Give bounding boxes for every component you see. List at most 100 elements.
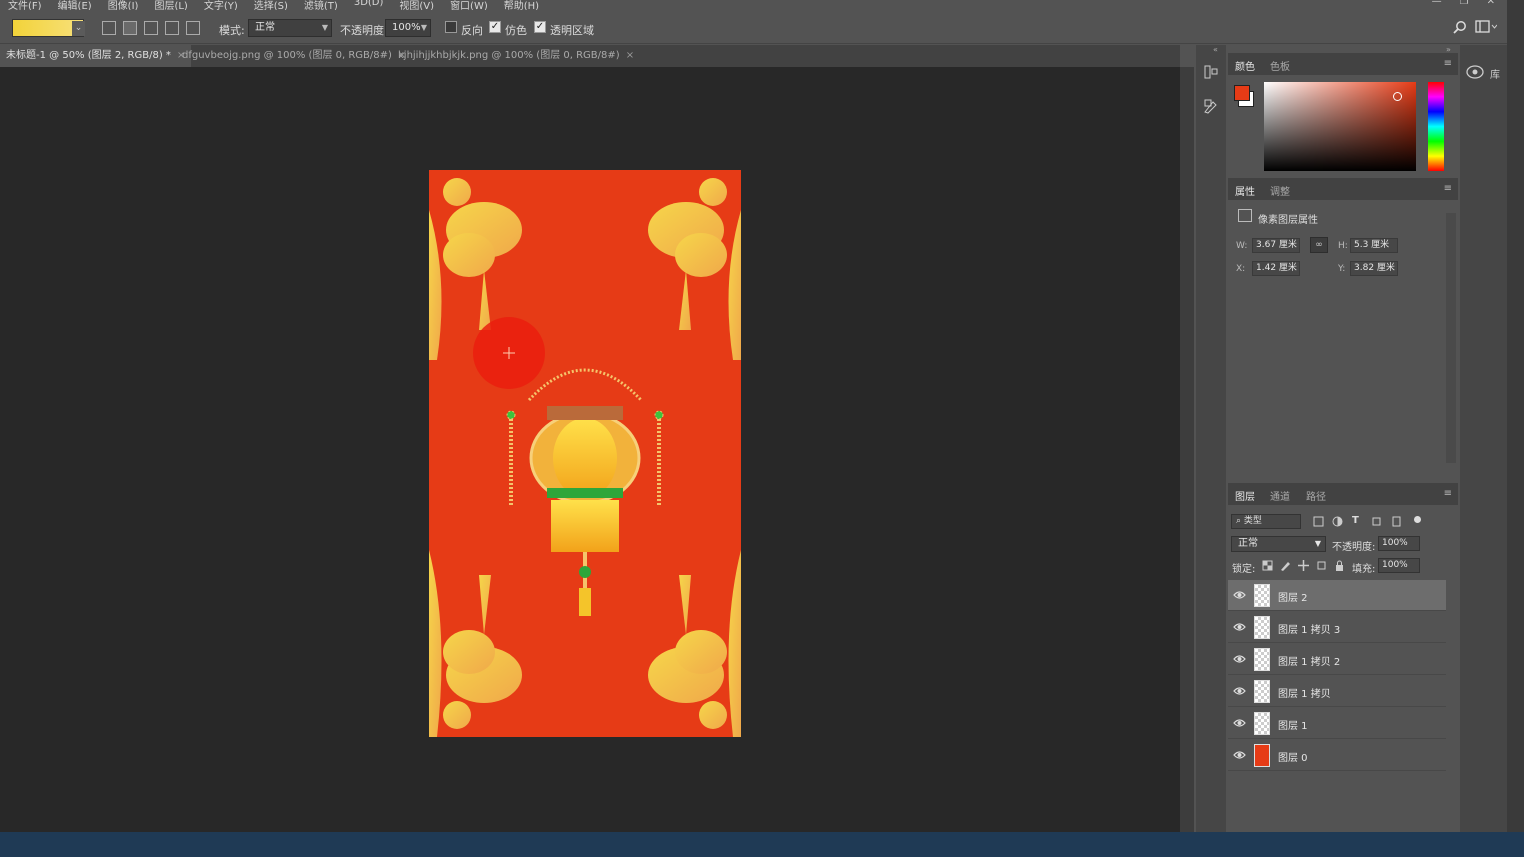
tab-layers[interactable]: 图层 — [1235, 488, 1255, 503]
panel-menu-icon[interactable]: ≡ — [1444, 488, 1452, 499]
link-icon[interactable]: ∞ — [1310, 237, 1328, 253]
layer-row[interactable]: 图层 2 — [1228, 580, 1446, 611]
smart-object-filter-icon[interactable] — [1391, 516, 1402, 527]
lock-all-icon[interactable] — [1334, 560, 1345, 571]
shape-filter-icon[interactable] — [1371, 516, 1382, 527]
tab-dfguvbeojg[interactable]: dfguvbeojg.png @ 100% (图层 0, RGB/8#) × — [176, 45, 412, 67]
type-filter-icon[interactable]: T — [1352, 515, 1359, 526]
reflected-gradient-button[interactable] — [165, 21, 179, 35]
layer-row[interactable]: 图层 1 拷贝 2 — [1228, 644, 1446, 675]
libraries-label[interactable]: 库 — [1490, 66, 1500, 81]
height-field[interactable]: 5.3 厘米 — [1350, 238, 1398, 253]
tab-paths[interactable]: 路径 — [1306, 488, 1326, 503]
layer-thumbnail[interactable] — [1254, 616, 1270, 639]
eye-icon[interactable] — [1233, 589, 1246, 601]
lock-pixels-icon[interactable] — [1280, 560, 1291, 571]
search-icon[interactable] — [1453, 20, 1467, 34]
adjustment-filter-icon[interactable] — [1332, 516, 1343, 527]
reverse-label: 反向 — [461, 24, 483, 37]
close-icon[interactable]: × — [626, 50, 634, 61]
diamond-gradient-button[interactable] — [186, 21, 200, 35]
menu-item[interactable]: 选择(S) — [246, 0, 296, 10]
tab-swatches[interactable]: 色板 — [1270, 58, 1290, 73]
tab-adjustments[interactable]: 调整 — [1270, 183, 1290, 198]
menu-item[interactable]: 文字(Y) — [196, 0, 246, 10]
layer-opacity-label: 不透明度: — [1332, 542, 1376, 553]
layer-thumbnail[interactable] — [1254, 584, 1270, 607]
width-field[interactable]: 3.67 厘米 — [1252, 238, 1300, 253]
canvas-vertical-scrollbar[interactable] — [1180, 67, 1194, 832]
image-filter-icon[interactable] — [1313, 516, 1324, 527]
brush-settings-icon[interactable] — [1203, 98, 1219, 114]
menu-item[interactable]: 图像(I) — [100, 0, 147, 10]
eye-icon[interactable] — [1233, 685, 1246, 697]
eye-icon[interactable] — [1233, 749, 1246, 761]
layer-name: 图层 1 拷贝 3 — [1278, 625, 1341, 636]
document-canvas[interactable] — [429, 170, 741, 737]
hue-slider[interactable] — [1428, 82, 1444, 171]
lock-position-icon[interactable] — [1298, 560, 1309, 571]
angle-gradient-button[interactable] — [144, 21, 158, 35]
menu-item[interactable]: 编辑(E) — [50, 0, 100, 10]
tab-channels[interactable]: 通道 — [1270, 488, 1290, 503]
mode-select[interactable]: 正常 ▼ — [248, 19, 332, 37]
photoshop-window: 文件(F) 编辑(E) 图像(I) 图层(L) 文字(Y) 选择(S) 滤镜(T) 3D(D)… — [0, 0, 1507, 832]
blend-mode-select[interactable]: 正常 ▼ — [1231, 536, 1326, 552]
dither-checkbox[interactable]: ✓ — [489, 21, 501, 33]
layer-row[interactable]: 图层 0 — [1228, 740, 1446, 771]
layer-row[interactable]: 图层 1 — [1228, 708, 1446, 739]
tab-untitled-1[interactable]: 未标题-1 @ 50% (图层 2, RGB/8) * × — [0, 45, 192, 67]
history-icon[interactable] — [1203, 64, 1219, 80]
workspace-icon[interactable] — [1475, 20, 1497, 34]
menu-item[interactable]: 窗口(W) — [442, 0, 496, 10]
layer-thumbnail[interactable] — [1254, 680, 1270, 703]
layer-thumbnail[interactable] — [1254, 744, 1270, 767]
restore-button[interactable]: ❐ — [1460, 0, 1469, 7]
opacity-field[interactable]: 100% ▼ — [385, 19, 431, 37]
tab-color[interactable]: 颜色 — [1235, 58, 1255, 73]
tab-kjhjihjjkhbjkjk[interactable]: kjhjihjjkhbjkjk.png @ 100% (图层 0, RGB/8#… — [392, 45, 640, 67]
close-button[interactable]: ✕ — [1487, 0, 1495, 7]
transparency-checkbox[interactable]: ✓ — [534, 21, 546, 33]
menu-item[interactable]: 图层(L) — [146, 0, 195, 10]
eye-icon[interactable] — [1233, 653, 1246, 665]
color-picker-cursor[interactable] — [1393, 92, 1402, 101]
menu-item[interactable]: 视图(V) — [391, 0, 442, 10]
x-label: X: — [1236, 264, 1246, 274]
libraries-icon[interactable] — [1466, 65, 1484, 79]
y-field[interactable]: 3.82 厘米 — [1350, 261, 1398, 276]
layer-row[interactable]: 图层 1 拷贝 — [1228, 676, 1446, 707]
lock-artboard-icon[interactable] — [1316, 560, 1327, 571]
radial-gradient-button[interactable] — [123, 21, 137, 35]
fill-field[interactable]: 100% — [1378, 558, 1420, 573]
lock-transparent-icon[interactable] — [1262, 560, 1273, 571]
gradient-picker[interactable]: ⌄ — [12, 19, 85, 37]
width-label: W: — [1236, 241, 1248, 251]
layer-opacity-field[interactable]: 100% — [1378, 536, 1420, 551]
linear-gradient-button[interactable] — [102, 21, 116, 35]
menu-item[interactable]: 3D(D) — [346, 0, 392, 10]
menu-item[interactable]: 滤镜(T) — [296, 0, 346, 10]
color-picker-field[interactable] — [1264, 82, 1416, 171]
panel-menu-icon[interactable]: ≡ — [1444, 183, 1452, 194]
x-field[interactable]: 1.42 厘米 — [1252, 261, 1300, 276]
minimize-button[interactable]: — — [1432, 0, 1442, 7]
layer-row[interactable]: 图层 1 拷贝 3 — [1228, 612, 1446, 643]
menu-item[interactable]: 文件(F) — [0, 0, 50, 10]
tab-properties[interactable]: 属性 — [1235, 183, 1255, 198]
menu-item[interactable]: 帮助(H) — [496, 0, 547, 10]
properties-scrollbar[interactable] — [1446, 213, 1456, 463]
layer-thumbnail[interactable] — [1254, 648, 1270, 671]
chevron-down-icon[interactable]: ⌄ — [72, 21, 85, 36]
eye-icon[interactable] — [1233, 621, 1246, 633]
layer-thumbnail[interactable] — [1254, 712, 1270, 735]
foreground-color-swatch[interactable] — [1234, 85, 1250, 101]
reverse-checkbox[interactable] — [445, 21, 457, 33]
opacity-label: 不透明度: — [340, 24, 388, 37]
canvas-area[interactable] — [0, 67, 1180, 832]
collapse-icon[interactable]: « — [1213, 45, 1218, 54]
panel-menu-icon[interactable]: ≡ — [1444, 58, 1452, 69]
filter-toggle-icon[interactable] — [1412, 514, 1423, 525]
layer-filter-select[interactable]: ⌕ 类型 — [1231, 514, 1301, 529]
eye-icon[interactable] — [1233, 717, 1246, 729]
